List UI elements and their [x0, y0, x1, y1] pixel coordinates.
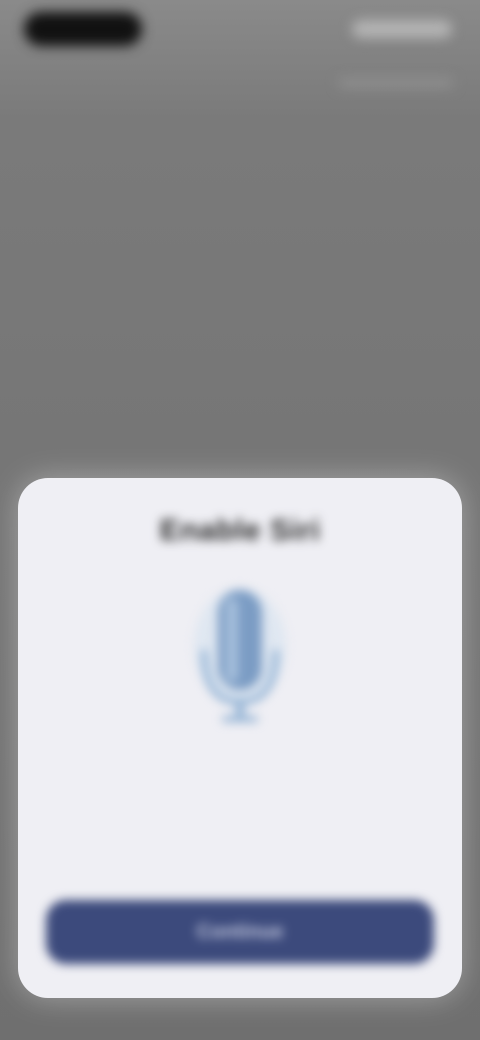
- enable-siri-sheet: Enable Siri Continue: [18, 478, 462, 998]
- status-bar: [0, 0, 480, 88]
- blurred-background: Enable Siri Continue: [0, 0, 480, 1040]
- status-indicators: [352, 20, 452, 38]
- status-subtitle: [338, 78, 454, 88]
- status-time: [24, 12, 142, 46]
- microphone-icon: [190, 584, 290, 734]
- sheet-title: Enable Siri: [159, 514, 321, 547]
- continue-button[interactable]: Continue: [46, 900, 434, 964]
